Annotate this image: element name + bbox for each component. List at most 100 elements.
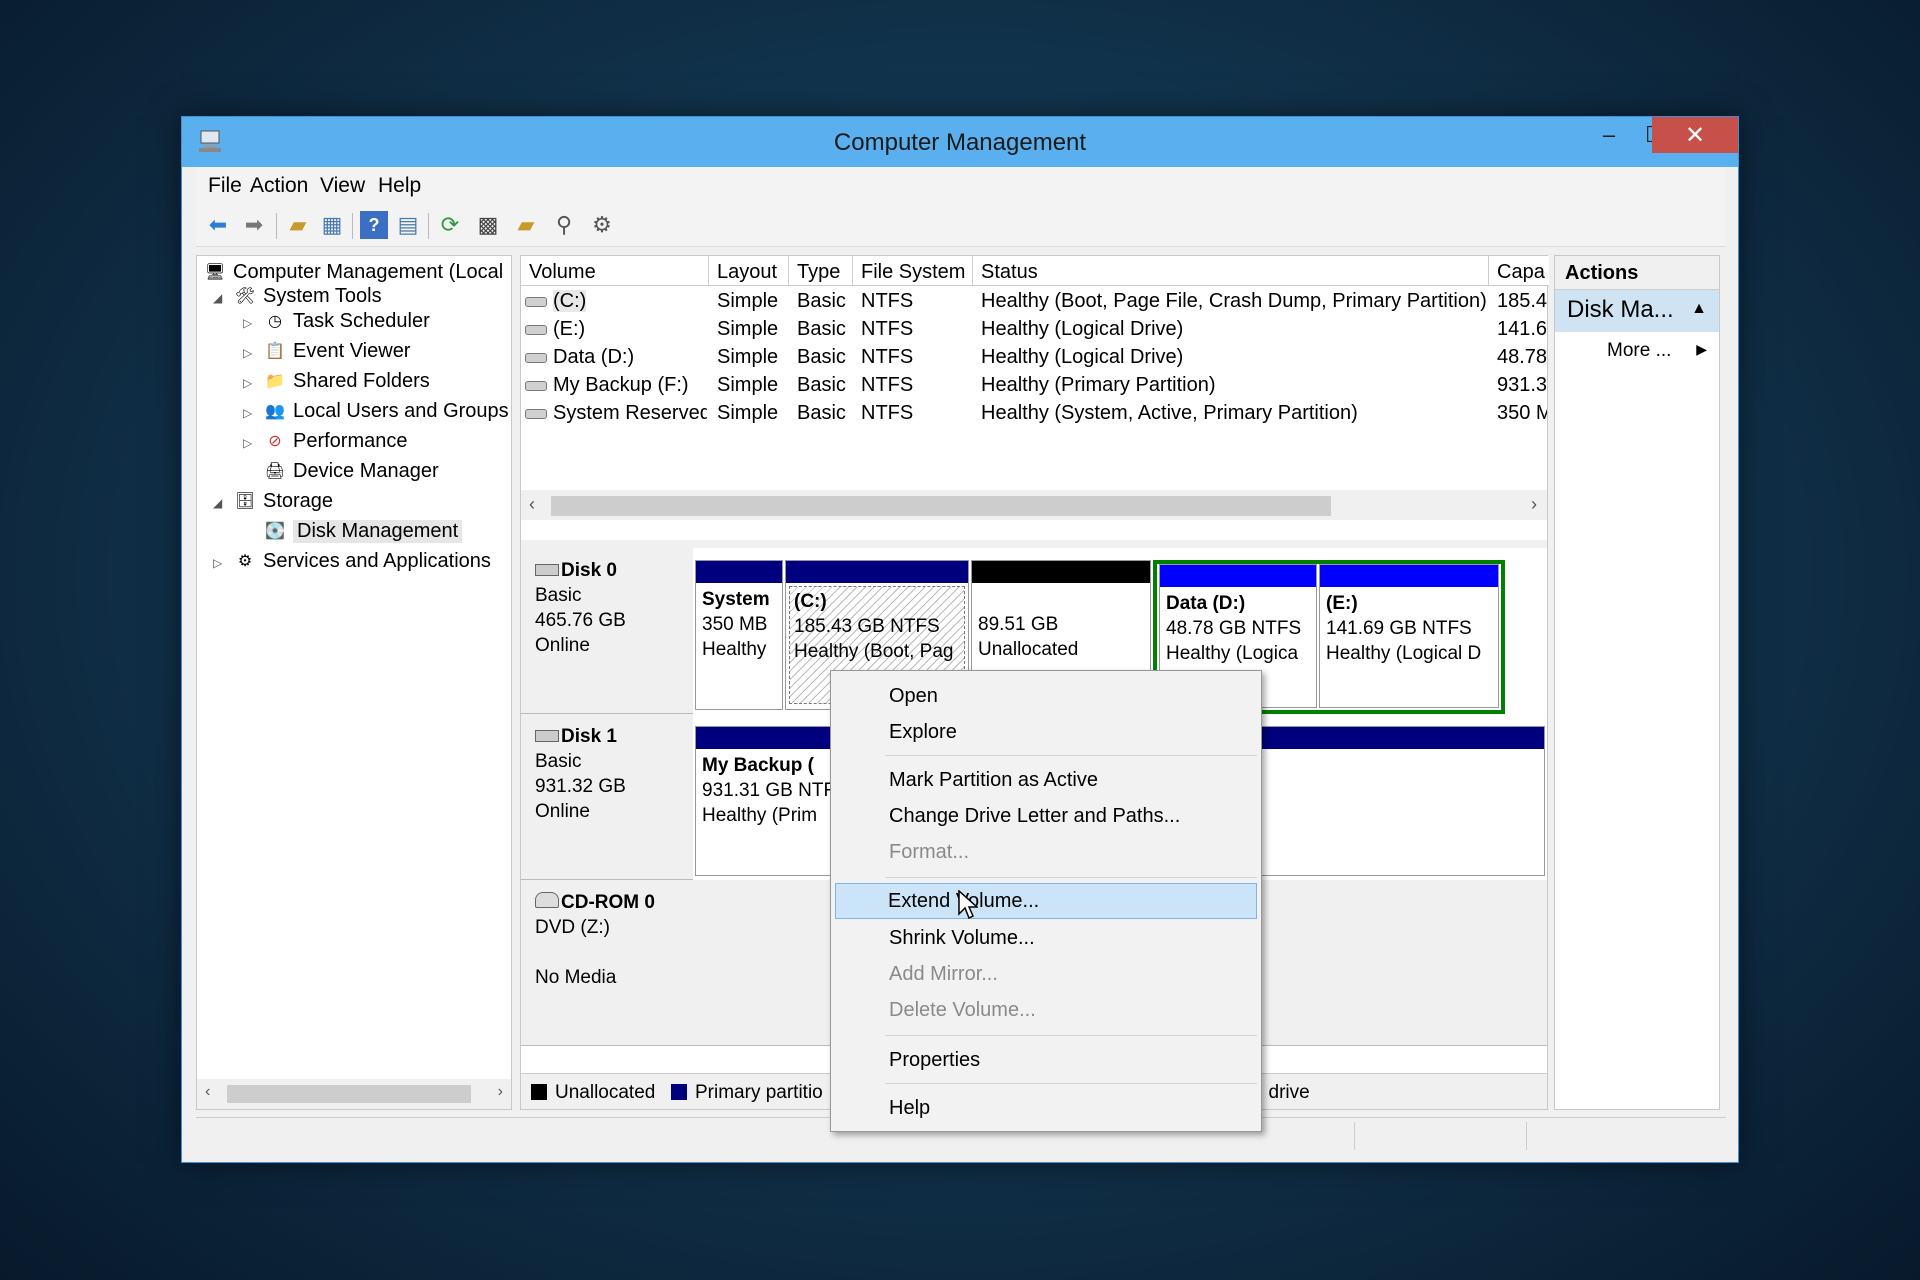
show-hide-tree-icon[interactable]: ▦	[318, 211, 346, 239]
forward-arrow-icon[interactable]: ➡	[240, 211, 268, 239]
cell-type: Basic	[797, 290, 846, 312]
cdrom-0-label[interactable]: CD-ROM 0 DVD (Z:) No Media	[521, 880, 693, 1046]
expand-arrow-icon[interactable]: ◢	[213, 291, 222, 305]
table-row[interactable]: (E:) Simple Basic NTFS Healthy (Logical …	[521, 315, 1549, 343]
disk-1-label[interactable]: Disk 1 Basic 931.32 GB Online	[521, 714, 693, 880]
column-header-volume[interactable]: Volume	[521, 256, 709, 286]
tree-item-task-scheduler[interactable]: ◷ Task Scheduler	[263, 307, 430, 335]
window-title: Computer Management	[833, 129, 1087, 156]
collapse-arrow-icon[interactable]: ▷	[243, 316, 252, 330]
submenu-arrow-icon: ▶	[1696, 341, 1707, 357]
partition-status: Unallocated	[978, 639, 1079, 660]
menu-file[interactable]: File	[208, 174, 242, 198]
properties-icon[interactable]: ▩	[474, 211, 502, 239]
partition-size: 931.31 GB NTF	[702, 780, 836, 801]
expand-arrow-icon[interactable]: ◢	[213, 496, 222, 510]
scrollbar-thumb[interactable]	[551, 496, 1331, 516]
scroll-left-icon[interactable]: ‹	[205, 1083, 210, 1101]
collapse-arrow-icon[interactable]: ▷	[243, 376, 252, 390]
cell-volume: System Reserved	[553, 402, 707, 424]
tree-item-shared-folders[interactable]: 📁 Shared Folders	[263, 367, 430, 395]
up-folder-icon[interactable]: ▰	[284, 211, 312, 239]
disk-type: Basic	[535, 751, 582, 772]
search-icon[interactable]: ⚲	[550, 211, 578, 239]
legend-logical-drive: l drive	[1259, 1082, 1310, 1103]
minimize-button[interactable]: –	[1584, 117, 1634, 153]
partition-type-bar	[1320, 565, 1498, 587]
tree-item-storage[interactable]: 🗄 Storage	[233, 487, 333, 515]
tree-item-label: Storage	[263, 489, 334, 512]
disk-state: Online	[535, 801, 590, 822]
help-icon[interactable]: ?	[360, 211, 388, 239]
disk-size: 931.32 GB	[535, 776, 626, 797]
disk-0-label[interactable]: Disk 0 Basic 465.76 GB Online	[521, 548, 693, 714]
tree-item-services[interactable]: ⚙ Services and Applications	[233, 547, 491, 575]
collapse-arrow-icon[interactable]: ▷	[243, 346, 252, 360]
tree-item-event-viewer[interactable]: 📋 Event Viewer	[263, 337, 410, 365]
tree-item-local-users[interactable]: 👥 Local Users and Groups	[263, 397, 509, 425]
volume-list-horizontal-scrollbar[interactable]: ‹ ›	[521, 490, 1547, 520]
table-row[interactable]: (C:) Simple Basic NTFS Healthy (Boot, Pa…	[521, 287, 1549, 315]
column-header-status[interactable]: Status	[973, 256, 1489, 286]
menu-item-properties[interactable]: Properties	[833, 1043, 1259, 1079]
partition-system-reserved[interactable]: System 350 MB Healthy	[695, 560, 783, 710]
column-header-capacity[interactable]: Capa	[1489, 256, 1549, 286]
cell-file-system: NTFS	[861, 318, 914, 340]
menu-view[interactable]: View	[320, 174, 365, 198]
tree-item-device-manager[interactable]: 🖨 Device Manager	[263, 457, 439, 485]
show-hide-action-pane-icon[interactable]: ▤	[394, 211, 422, 239]
cell-type: Basic	[797, 374, 846, 396]
menu-help[interactable]: Help	[378, 174, 421, 198]
tree-item-disk-management[interactable]: 💽 Disk Management	[263, 517, 463, 545]
menu-item-change-drive-letter[interactable]: Change Drive Letter and Paths...	[833, 799, 1259, 835]
scrollbar-thumb[interactable]	[227, 1085, 471, 1103]
settings-icon[interactable]: ⚙	[588, 211, 616, 239]
open-folder-icon[interactable]: ▰	[512, 211, 540, 239]
collapse-arrow-icon[interactable]: ▷	[243, 406, 252, 420]
menu-separator	[885, 1035, 1257, 1036]
menu-item-open[interactable]: Open	[833, 679, 1259, 715]
cell-file-system: NTFS	[861, 374, 914, 396]
partition-size: 185.43 GB NTFS	[794, 616, 940, 637]
drive-icon	[525, 408, 547, 419]
menu-action[interactable]: Action	[250, 174, 308, 198]
actions-more[interactable]: More ... ▶	[1555, 332, 1719, 368]
partition-e[interactable]: (E:) 141.69 GB NTFS Healthy (Logical D	[1319, 564, 1499, 708]
cell-volume: My Backup (F:)	[553, 374, 689, 396]
column-header-type[interactable]: Type	[789, 256, 853, 286]
collapse-arrow-icon[interactable]: ▷	[243, 436, 252, 450]
tree-horizontal-scrollbar[interactable]: ‹ ›	[197, 1079, 511, 1109]
cell-layout: Simple	[717, 346, 779, 368]
menu-item-help[interactable]: Help	[833, 1091, 1259, 1127]
table-row[interactable]: System Reserved Simple Basic NTFS Health…	[521, 399, 1549, 427]
tree-item-system-tools[interactable]: 🛠 System Tools	[233, 282, 382, 310]
column-header-layout[interactable]: Layout	[709, 256, 789, 286]
tree-item-performance[interactable]: ⊘ Performance	[263, 427, 407, 455]
scroll-right-icon[interactable]: ›	[1531, 494, 1537, 515]
menu-item-shrink-volume[interactable]: Shrink Volume...	[833, 921, 1259, 957]
collapse-up-icon[interactable]: ▲	[1691, 300, 1707, 318]
menu-item-mark-active[interactable]: Mark Partition as Active	[833, 763, 1259, 799]
partition-name: Data (D:)	[1166, 593, 1246, 614]
drive-icon	[525, 380, 547, 391]
collapse-arrow-icon[interactable]: ▷	[213, 556, 222, 570]
cell-layout: Simple	[717, 374, 779, 396]
back-arrow-icon[interactable]: ⬅	[204, 211, 232, 239]
partition-status: Healthy (Boot, Pag	[794, 641, 954, 662]
disk-type: Basic	[535, 585, 582, 606]
refresh-icon[interactable]: ⟳	[436, 211, 464, 239]
disk-size: 465.76 GB	[535, 610, 626, 631]
scroll-left-icon[interactable]: ‹	[529, 494, 535, 515]
legend-unallocated: Unallocated	[531, 1082, 655, 1104]
close-button[interactable]: ✕	[1652, 117, 1738, 153]
column-header-file-system[interactable]: File System	[853, 256, 973, 286]
menu-item-extend-volume[interactable]: Extend Volume...	[835, 883, 1257, 919]
tree-item-label: Services and Applications	[263, 549, 491, 572]
scroll-right-icon[interactable]: ›	[498, 1083, 503, 1101]
menu-item-explore[interactable]: Explore	[833, 715, 1259, 751]
title-bar[interactable]: Computer Management – ☐ ✕	[182, 117, 1738, 167]
disk-state: No Media	[535, 967, 617, 988]
table-row[interactable]: My Backup (F:) Simple Basic NTFS Healthy…	[521, 371, 1549, 399]
table-row[interactable]: Data (D:) Simple Basic NTFS Healthy (Log…	[521, 343, 1549, 371]
actions-disk-management[interactable]: Disk Ma... ▲	[1555, 290, 1719, 332]
